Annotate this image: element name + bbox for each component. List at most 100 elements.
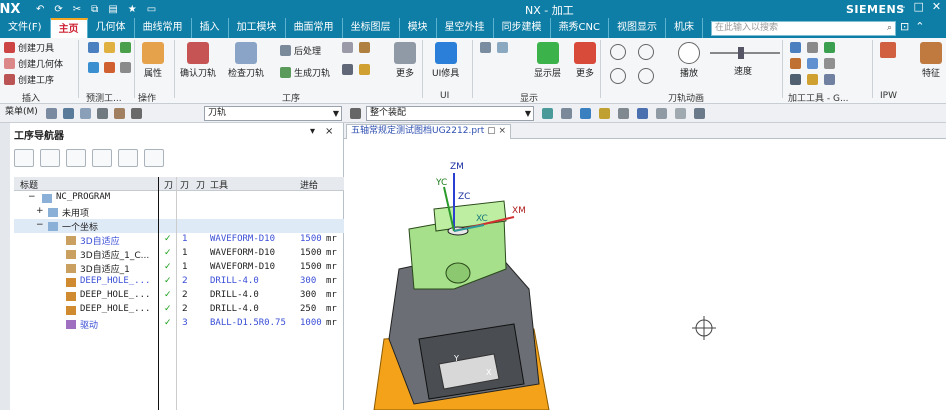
filter-funnel-icon[interactable] — [350, 108, 361, 119]
help-icon[interactable]: ⊡ — [900, 20, 909, 33]
add-icon[interactable] — [118, 149, 138, 167]
list-icon[interactable] — [359, 64, 370, 75]
play-button[interactable]: 播放 — [678, 42, 700, 79]
table-row[interactable]: 3D自适应 ✓ 1 WAVEFORM-D10 1500 mr — [14, 233, 344, 247]
header-name[interactable]: 标题 — [20, 178, 38, 191]
snap-icon[interactable] — [618, 108, 629, 119]
snap-icon[interactable] — [675, 108, 686, 119]
table-row[interactable]: DEEP_HOLE_... ✓ 2 DRILL-4.0 300 mr — [14, 289, 344, 303]
snap-icon[interactable] — [656, 108, 667, 119]
predict-icon[interactable] — [88, 62, 99, 73]
expand-icon[interactable]: ⌃ — [915, 20, 924, 33]
table-row[interactable]: − NC_PROGRAM — [14, 191, 344, 205]
table-row[interactable]: DEEP_HOLE_... ✓ 2 DRILL-4.0 250 mr — [14, 303, 344, 317]
snap-icon[interactable] — [637, 108, 648, 119]
tab-coordinate-layer[interactable]: 坐标图层 — [343, 18, 400, 38]
machine-view-icon[interactable] — [40, 149, 60, 167]
table-row[interactable]: + 未用项 — [14, 205, 344, 219]
tab-file[interactable]: 文件(F) — [0, 18, 51, 38]
expand-icon[interactable]: + — [36, 206, 44, 216]
column-divider[interactable] — [158, 177, 159, 410]
eye-icon[interactable] — [63, 108, 74, 119]
eye-icon[interactable] — [342, 42, 353, 53]
graphics-viewport[interactable]: ZM XM YC XC ZC Y X — [344, 139, 946, 411]
tab-machining-module[interactable]: 加工模块 — [229, 18, 286, 38]
show-layer-button[interactable]: 显示层 — [534, 42, 561, 79]
snap-icon[interactable] — [542, 108, 553, 119]
tool-icon[interactable] — [114, 108, 125, 119]
part-file-tab[interactable]: 五轴常规定测试图档UG2212.prt ▢ × — [346, 124, 512, 139]
prev-icon[interactable] — [610, 44, 626, 60]
ui-tools-button[interactable]: UI修具 — [432, 42, 459, 79]
generate-path-button[interactable]: 生成刀轨 — [280, 66, 330, 79]
step-forward-icon[interactable] — [638, 68, 654, 84]
close-icon[interactable]: × — [325, 126, 333, 137]
redo-icon[interactable]: ⟳ — [54, 4, 62, 15]
expand-icon[interactable]: − — [28, 192, 36, 202]
table-row[interactable]: 3D自适应_1 ✓ 1 WAVEFORM-D10 1500 mr — [14, 261, 344, 275]
path-filter-select[interactable]: 刀轨 ▼ — [204, 106, 342, 121]
tool-icon[interactable] — [824, 74, 835, 85]
speed-slider-handle[interactable] — [738, 47, 744, 59]
tool-icon[interactable] — [790, 42, 801, 53]
predict-icon[interactable] — [104, 62, 115, 73]
pause-icon[interactable] — [638, 44, 654, 60]
table-row[interactable]: DEEP_HOLE_... ✓ 2 DRILL-4.0 300 mr — [14, 275, 344, 289]
feature-button[interactable]: 特征 — [920, 42, 942, 79]
undo-icon[interactable]: ↶ — [36, 4, 44, 15]
select-icon[interactable] — [46, 108, 57, 119]
tab-yanxiu-cnc[interactable]: 燕秀CNC — [551, 18, 610, 38]
tool-icon[interactable] — [790, 58, 801, 69]
step-back-icon[interactable] — [610, 68, 626, 84]
chevron-down-icon[interactable]: ▾ — [310, 126, 315, 137]
snap-icon[interactable] — [580, 108, 591, 119]
tab-insert[interactable]: 插入 — [192, 18, 229, 38]
tab-geometry[interactable]: 几何体 — [88, 18, 135, 38]
create-tool-button[interactable]: 创建刀具 — [4, 41, 54, 54]
header-tool-changed[interactable]: 刀 — [164, 178, 173, 191]
header-tool[interactable]: 工具 — [210, 178, 228, 191]
tab-view-display[interactable]: 视图显示 — [609, 18, 667, 38]
snap-icon[interactable] — [80, 108, 91, 119]
confirm-path-button[interactable]: 确认刀轨 — [180, 42, 216, 79]
tool-icon[interactable] — [807, 74, 818, 85]
paste-icon[interactable]: ▤ — [108, 4, 117, 15]
program-view-icon[interactable] — [14, 149, 34, 167]
tab-menu-icon[interactable]: ▢ — [487, 126, 496, 136]
table-row[interactable]: 驱动 ✓ 3 BALL-D1.5R0.75 1000 mr — [14, 317, 344, 331]
tool-icon[interactable] — [824, 58, 835, 69]
header-feed[interactable]: 进给 — [300, 178, 318, 191]
remove-icon[interactable] — [144, 149, 164, 167]
tool-icon[interactable] — [790, 74, 801, 85]
minimize-icon[interactable]: – — [900, 0, 906, 13]
menu-button[interactable]: 菜单(M) — [2, 106, 42, 121]
close-icon[interactable]: ✕ — [932, 0, 941, 13]
path-icon[interactable] — [359, 42, 370, 53]
check-path-button[interactable]: 检查刀轨 — [228, 42, 264, 79]
postprocess-button[interactable]: 后处理 — [280, 44, 321, 57]
tab-surface[interactable]: 曲面常用 — [286, 18, 343, 38]
settings-icon[interactable] — [131, 108, 142, 119]
maximize-icon[interactable]: □ — [914, 0, 924, 13]
filter-icon[interactable] — [97, 108, 108, 119]
eye-icon[interactable] — [480, 42, 491, 53]
expand-icon[interactable]: − — [36, 220, 44, 230]
layer-icon[interactable] — [497, 42, 508, 53]
command-search-input[interactable]: 在此输入以搜索 ⌕ — [711, 21, 896, 36]
snap-icon[interactable] — [599, 108, 610, 119]
ipw-icon[interactable] — [880, 42, 896, 58]
speed-slider[interactable] — [710, 47, 780, 59]
table-row[interactable]: − 一个坐标 — [14, 219, 344, 233]
tab-home[interactable]: 主页 — [50, 18, 88, 38]
table-row[interactable]: 3D自适应_1_C... ✓ 1 WAVEFORM-D10 1500 mr — [14, 247, 344, 261]
more-display-button[interactable]: 更多 — [574, 42, 596, 79]
tool-icon[interactable] — [807, 42, 818, 53]
predict-icon[interactable] — [120, 42, 131, 53]
tab-curve[interactable]: 曲线常用 — [135, 18, 192, 38]
column-divider[interactable] — [176, 177, 177, 410]
header-path[interactable]: 刀 — [180, 178, 189, 191]
create-operation-button[interactable]: 创建工序 — [4, 73, 54, 86]
cut-icon[interactable]: ✂ — [73, 4, 81, 15]
snap-icon[interactable] — [561, 108, 572, 119]
tab-machine[interactable]: 机床 — [666, 18, 704, 38]
